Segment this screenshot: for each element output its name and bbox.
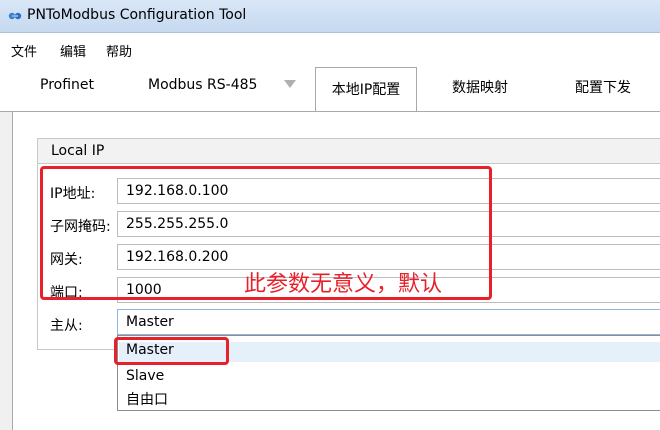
menu-bar: 文件 编辑 帮助 (0, 33, 660, 63)
tab-strip: Profinet Modbus RS-485 本地IP配置 数据映射 配置下发 (0, 63, 660, 112)
dropdown-option-free-port[interactable]: 自由口 (126, 389, 168, 409)
master-slave-select[interactable]: Master (117, 309, 660, 335)
menu-file[interactable]: 文件 (11, 41, 37, 60)
tab-config-download[interactable]: 配置下发 (575, 77, 631, 97)
window-title: PNToModbus Configuration Tool (27, 7, 247, 23)
tab-local-ip-config[interactable]: 本地IP配置 (315, 67, 417, 111)
master-slave-label: 主从: (50, 318, 83, 334)
annotation-note: 此参数无意义，默认 (244, 272, 443, 297)
tab-profinet[interactable]: Profinet (40, 77, 94, 93)
local-ip-group-header (38, 139, 660, 164)
title-bar: PNToModbus Configuration Tool (0, 0, 660, 33)
menu-help[interactable]: 帮助 (106, 41, 132, 60)
menu-edit[interactable]: 编辑 (60, 41, 86, 60)
local-ip-group-title: Local IP (51, 143, 105, 159)
tab-modbus-rs485[interactable]: Modbus RS-485 (148, 77, 257, 93)
annotation-box-master-option (114, 337, 229, 365)
tab-dropdown-arrow-icon (284, 80, 296, 88)
dropdown-option-slave[interactable]: Slave (126, 368, 164, 384)
app-icon (8, 12, 22, 20)
tab-data-mapping[interactable]: 数据映射 (452, 77, 508, 97)
